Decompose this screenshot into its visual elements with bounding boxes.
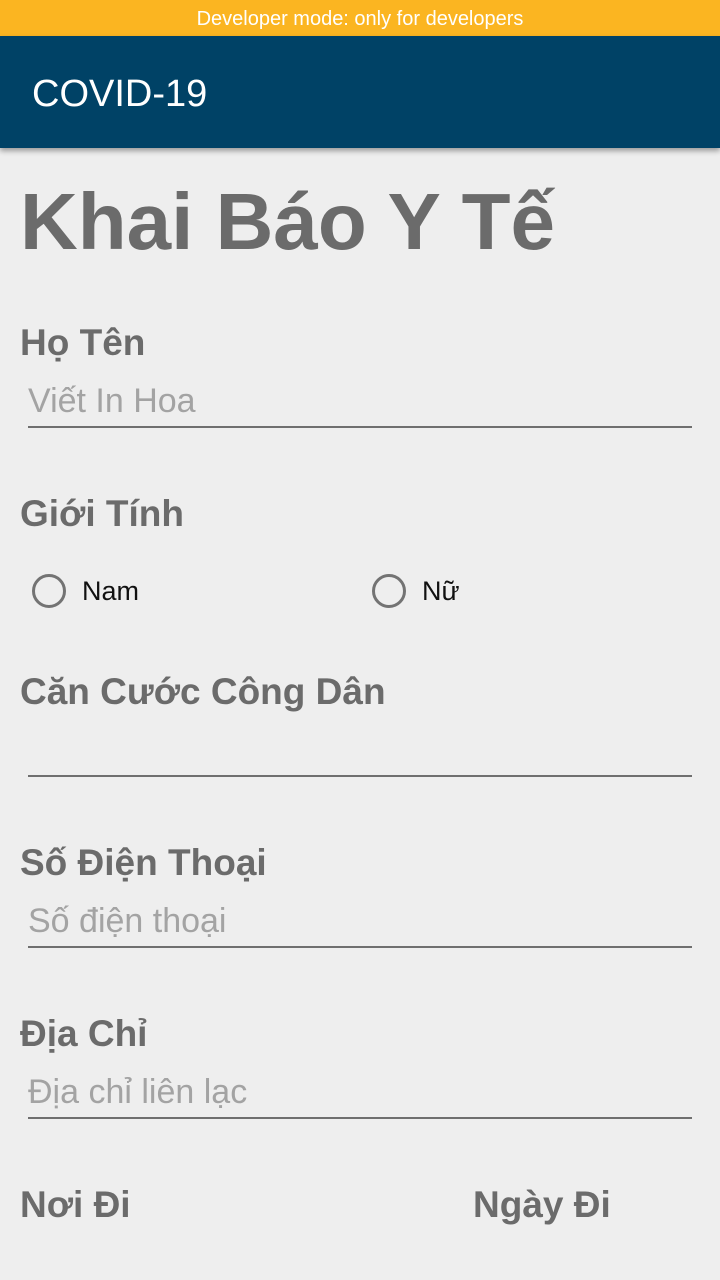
app-bar-title: COVID-19 (32, 73, 208, 115)
departure-date-label: Ngày Đi (473, 1184, 611, 1225)
phone-input[interactable] (28, 896, 692, 948)
radio-unchecked-icon (372, 574, 406, 608)
citizen-id-input[interactable] (28, 725, 692, 777)
citizen-id-label: Căn Cước Công Dân (20, 671, 386, 712)
full-name-input[interactable] (28, 376, 692, 428)
radio-unchecked-icon (32, 574, 66, 608)
gender-label: Giới Tính (20, 493, 185, 534)
gender-radio-female-label: Nữ (422, 576, 460, 606)
app-bar: COVID-19 (0, 36, 720, 148)
gender-radio-male-label: Nam (82, 576, 140, 606)
address-input[interactable] (28, 1067, 692, 1119)
address-label: Địa Chỉ (20, 1013, 148, 1054)
phone-label: Số Điện Thoại (20, 842, 267, 883)
full-name-label: Họ Tên (20, 322, 146, 363)
gender-radio-male[interactable]: Nam (32, 571, 139, 611)
developer-mode-banner: Developer mode: only for developers (0, 0, 720, 36)
departure-place-label: Nơi Đi (20, 1184, 131, 1225)
gender-radio-female[interactable]: Nữ (372, 571, 460, 611)
page-title: Khai Báo Y Tế (20, 177, 555, 266)
